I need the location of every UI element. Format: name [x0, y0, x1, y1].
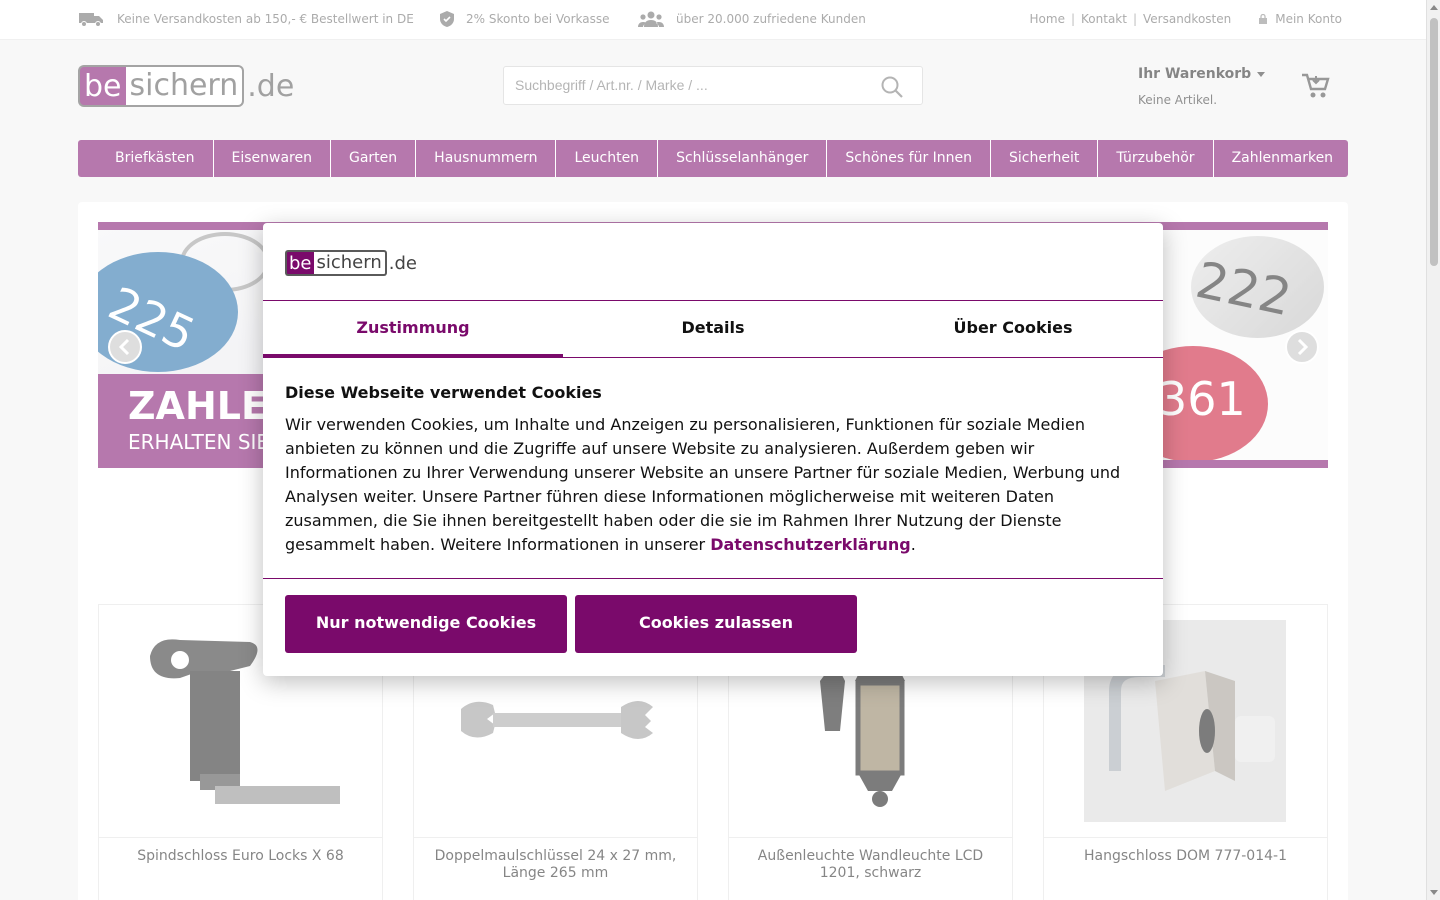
cookie-text: Wir verwenden Cookies, um Inhalte und An… [285, 413, 1145, 557]
tab-zustimmung[interactable]: Zustimmung [263, 301, 563, 357]
dialog-divider [263, 357, 1163, 358]
page-scrollbar[interactable] [1426, 0, 1440, 900]
logo-part-tld: .de [388, 252, 417, 274]
necessary-cookies-button[interactable]: Nur notwendige Cookies [285, 595, 567, 653]
privacy-policy-link[interactable]: Datenschutzerklärung [710, 535, 911, 554]
logo-part-be: be [285, 250, 314, 276]
scroll-up-icon[interactable] [1430, 5, 1438, 10]
logo-part-sichern: sichern [313, 250, 387, 276]
allow-cookies-button[interactable]: Cookies zulassen [575, 595, 857, 653]
cookie-consent-dialog: be sichern .de Zustimmung Details Über Coo… [263, 223, 1163, 676]
scrollbar-thumb[interactable] [1430, 18, 1438, 266]
cookie-heading: Diese Webseite verwendet Cookies [285, 383, 602, 402]
cookie-body: Wir verwenden Cookies, um Inhalte und An… [285, 415, 1121, 554]
dialog-divider [263, 578, 1163, 579]
cookie-tabs: Zustimmung Details Über Cookies [263, 301, 1163, 357]
tab-ueber-cookies[interactable]: Über Cookies [863, 301, 1163, 357]
cookie-body-end: . [910, 535, 916, 554]
scroll-down-icon[interactable] [1430, 890, 1438, 895]
tab-details[interactable]: Details [563, 301, 863, 357]
dialog-logo: be sichern .de [285, 250, 417, 276]
